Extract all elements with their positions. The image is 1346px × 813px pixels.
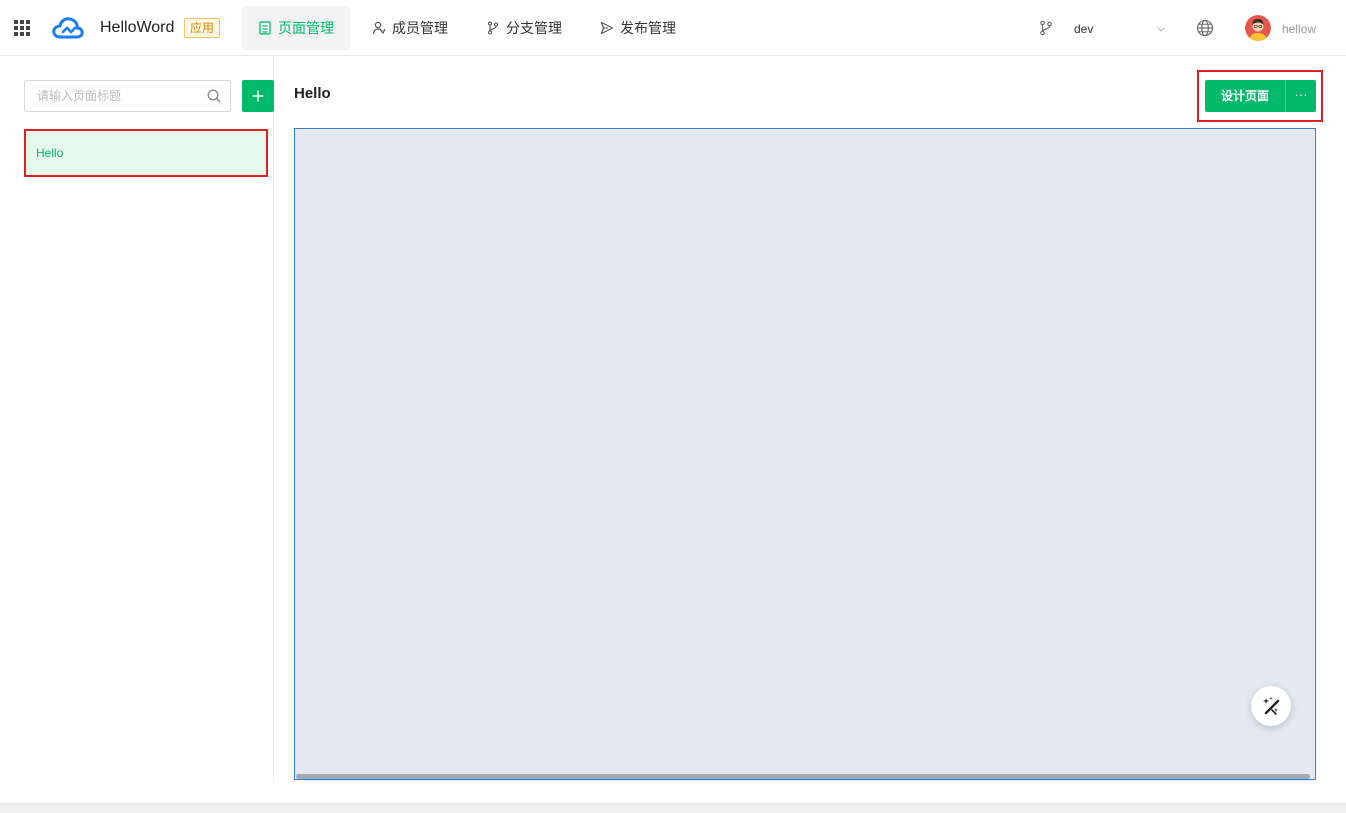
nav-item-releases[interactable]: 发布管理	[584, 6, 692, 50]
cloud-logo-icon	[52, 17, 84, 39]
top-bar: HelloWord 应用 页面管理 成员管理 分支管理 发布管理 dev hel…	[0, 0, 1346, 56]
bottom-scrollbar-track[interactable]	[0, 803, 1346, 813]
vertical-scrollbar[interactable]	[1339, 56, 1346, 803]
nav-item-branches[interactable]: 分支管理	[470, 6, 578, 50]
nav-label: 页面管理	[278, 20, 334, 36]
branch-icon	[1040, 20, 1052, 36]
app-grid-icon[interactable]	[14, 20, 30, 36]
ai-assistant-button[interactable]	[1251, 686, 1291, 726]
main-nav: 页面管理 成员管理 分支管理 发布管理	[242, 6, 698, 50]
branch-select-value: dev	[1074, 22, 1094, 36]
send-icon	[600, 21, 614, 35]
horizontal-scrollbar[interactable]	[296, 774, 1310, 779]
page-title: Hello	[294, 85, 331, 102]
members-icon	[372, 21, 386, 35]
page-icon	[259, 21, 271, 35]
plus-icon	[252, 90, 264, 102]
globe-icon[interactable]	[1196, 19, 1214, 37]
more-actions-button[interactable]: ···	[1285, 80, 1316, 112]
app-type-badge: 应用	[184, 18, 221, 38]
add-page-button[interactable]	[242, 80, 274, 112]
page-search-input[interactable]	[25, 81, 206, 111]
avatar[interactable]	[1245, 15, 1271, 41]
page-list-sidebar: Hello	[0, 56, 274, 783]
app-name: HelloWord	[100, 19, 175, 36]
username: hellow	[1282, 22, 1317, 36]
nav-label: 发布管理	[620, 20, 676, 36]
nav-item-members[interactable]: 成员管理	[356, 6, 464, 50]
branch-icon	[487, 21, 499, 35]
nav-label: 成员管理	[392, 20, 448, 36]
page-list-item[interactable]: Hello	[24, 129, 268, 177]
page-preview-canvas[interactable]	[294, 128, 1316, 780]
nav-label: 分支管理	[506, 20, 562, 36]
magic-wand-icon	[1263, 697, 1280, 715]
chevron-down-icon	[1157, 27, 1165, 32]
page-search-box	[24, 80, 231, 112]
search-icon[interactable]	[206, 88, 222, 104]
design-page-button[interactable]: 设计页面	[1205, 80, 1285, 112]
branch-select[interactable]: dev	[1064, 16, 1176, 42]
nav-item-pages[interactable]: 页面管理	[242, 6, 350, 50]
